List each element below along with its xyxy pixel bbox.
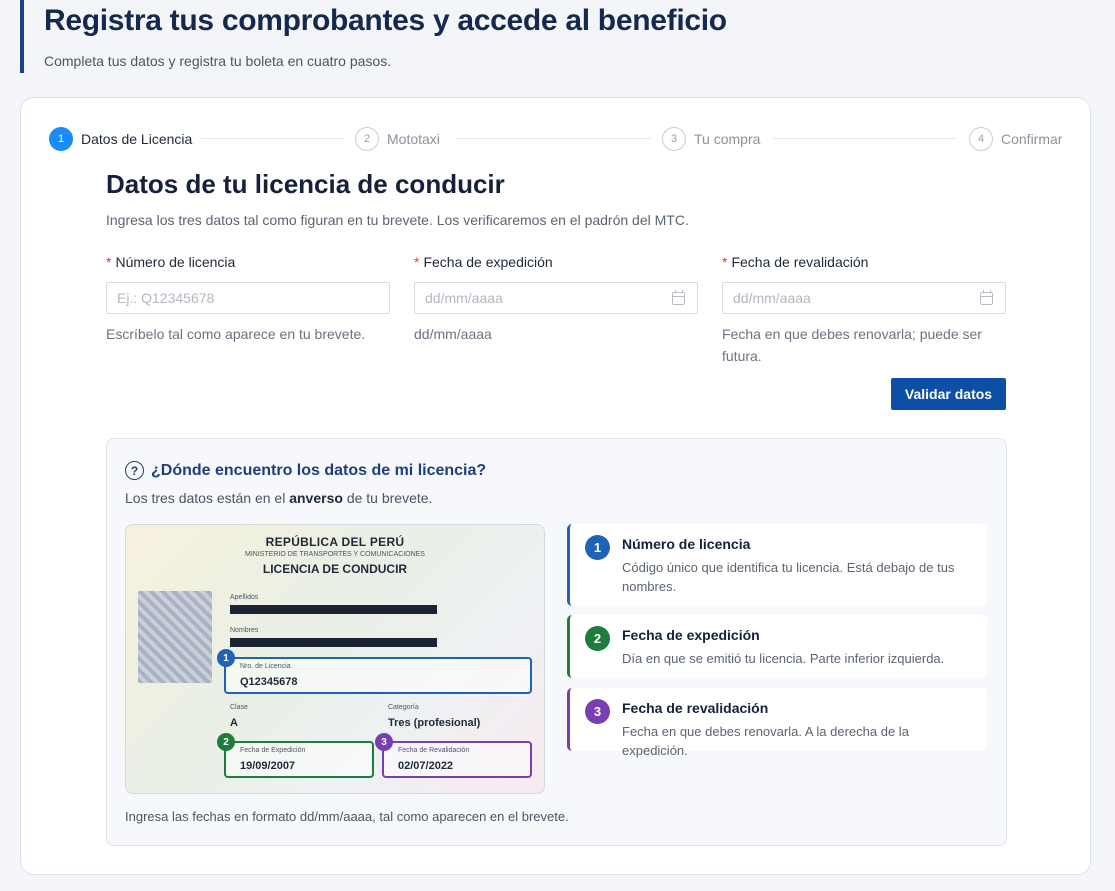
item-number-badge: 1 — [585, 535, 610, 560]
apellidos-redacted — [230, 605, 437, 614]
field-label: Número de licencia — [115, 254, 236, 270]
item-description: Día en que se emitió tu licencia. Parte … — [622, 651, 945, 666]
item-title: Fecha de revalidación — [622, 700, 769, 716]
marker-3: 3 — [375, 733, 393, 751]
required-mark: * — [106, 254, 112, 270]
step-confirmar[interactable]: 4 Confirmar — [969, 126, 1062, 152]
page-header: Registra tus comprobantes y accede al be… — [20, 0, 727, 73]
help-footer-note: Ingresa las fechas en formato dd/mm/aaaa… — [125, 809, 569, 824]
step-connector — [201, 138, 344, 139]
license-number-input-wrapper — [106, 282, 390, 314]
issue-date-label: Fecha de Expedición — [240, 747, 306, 754]
calendar-icon[interactable] — [980, 290, 993, 305]
field-help: Fecha en que debes renovarla; puede ser … — [722, 326, 982, 364]
license-number-input[interactable] — [117, 290, 357, 306]
step-number: 3 — [662, 127, 686, 151]
issue-date-input-wrapper — [414, 282, 698, 314]
item-number-badge: 3 — [585, 699, 610, 724]
step-number: 2 — [355, 127, 379, 151]
form-title: Datos de tu licencia de conducir — [106, 169, 505, 199]
field-help: dd/mm/aaaa — [414, 326, 492, 342]
step-connector — [455, 138, 651, 139]
help-subtitle: Los tres datos están en el anverso de tu… — [125, 490, 433, 506]
help-item-issue-date: 2 Fecha de expedición Día en que se emit… — [567, 615, 987, 678]
issue-date-highlight: Fecha de Expedición 19/09/2007 — [224, 741, 374, 778]
field-label: Fecha de expedición — [423, 254, 553, 270]
step-datos-licencia[interactable]: 1 Datos de Licencia — [49, 126, 192, 152]
calendar-icon[interactable] — [672, 290, 685, 305]
step-label: Mototaxi — [387, 131, 440, 147]
license-number-field: *Número de licencia Escríbelo tal como a… — [106, 254, 390, 345]
item-description: Código único que identifica tu licencia.… — [622, 560, 955, 594]
categoria-value: Tres (profesional) — [388, 717, 481, 729]
question-icon: ? — [125, 461, 144, 480]
renewal-date-field: *Fecha de revalidación Fecha en que debe… — [722, 254, 1006, 367]
issue-date-value: 19/09/2007 — [240, 760, 296, 772]
form-description: Ingresa los tres datos tal como figuran … — [106, 212, 689, 228]
step-label: Confirmar — [1001, 131, 1063, 147]
license-number-value: Q12345678 — [240, 676, 298, 688]
license-card-illustration: REPÚBLICA DEL PERÚ MINISTERIO DE TRANSPO… — [125, 524, 545, 794]
step-mototaxi[interactable]: 2 Mototaxi — [355, 126, 440, 152]
renewal-date-highlight: Fecha de Revalidación 02/07/2022 — [382, 741, 532, 778]
step-number: 1 — [49, 127, 73, 151]
item-title: Fecha de expedición — [622, 627, 760, 643]
clase-label: Clase — [230, 704, 248, 711]
page-title: Registra tus comprobantes y accede al be… — [44, 4, 727, 37]
step-label: Tu compra — [694, 131, 761, 147]
required-mark: * — [722, 254, 728, 270]
license-help-panel: ? ¿Dónde encuentro los datos de mi licen… — [106, 438, 1007, 846]
license-number-label: Nro. de Licencia — [240, 663, 291, 670]
categoria-label: Categoría — [388, 704, 419, 711]
marker-1: 1 — [217, 649, 235, 667]
issue-date-input[interactable] — [425, 290, 665, 306]
license-country: REPÚBLICA DEL PERÚ — [265, 535, 405, 549]
step-label: Datos de Licencia — [81, 131, 193, 147]
step-number: 4 — [969, 127, 993, 151]
field-label: Fecha de revalidación — [731, 254, 869, 270]
license-heading: LICENCIA DE CONDUCIR — [262, 562, 408, 576]
license-number-highlight: Nro. de Licencia Q12345678 — [224, 657, 532, 694]
page-subtitle: Completa tus datos y registra tu boleta … — [44, 53, 392, 69]
clase-value: A — [230, 717, 238, 729]
help-item-renewal-date: 3 Fecha de revalidación Fecha en que deb… — [567, 688, 987, 758]
nombres-label: Nombres — [230, 627, 259, 634]
required-mark: * — [414, 254, 420, 270]
renewal-date-input[interactable] — [733, 290, 973, 306]
item-description: Fecha en que debes renovarla. A la derec… — [622, 724, 909, 758]
marker-2: 2 — [217, 733, 235, 751]
registration-card: 1 Datos de Licencia 2 Mototaxi 3 Tu comp… — [20, 97, 1091, 875]
help-title: ¿Dónde encuentro los datos de mi licenci… — [151, 461, 487, 479]
license-ministry: MINISTERIO DE TRANSPORTES Y COMUNICACION… — [245, 551, 425, 558]
renewal-date-input-wrapper — [722, 282, 1006, 314]
help-item-license-number: 1 Número de licencia Código único que id… — [567, 524, 987, 606]
issue-date-field: * Fecha de expedición dd/mm/aaaa — [414, 254, 698, 345]
step-connector — [773, 138, 957, 139]
nombres-redacted — [230, 638, 437, 647]
stepper: 1 Datos de Licencia 2 Mototaxi 3 Tu comp… — [49, 126, 1064, 152]
item-title: Número de licencia — [622, 536, 751, 552]
step-tu-compra[interactable]: 3 Tu compra — [662, 126, 760, 152]
field-help: Escríbelo tal como aparece en tu brevete… — [106, 326, 366, 342]
renewal-date-value: 02/07/2022 — [398, 760, 454, 772]
item-number-badge: 2 — [585, 626, 610, 651]
license-form: Datos de tu licencia de conducir Ingresa… — [106, 168, 1006, 410]
license-photo-placeholder — [138, 591, 212, 683]
apellidos-label: Apellidos — [230, 594, 259, 601]
renewal-date-label: Fecha de Revalidación — [398, 747, 470, 754]
validate-button[interactable]: Validar datos — [891, 378, 1006, 410]
